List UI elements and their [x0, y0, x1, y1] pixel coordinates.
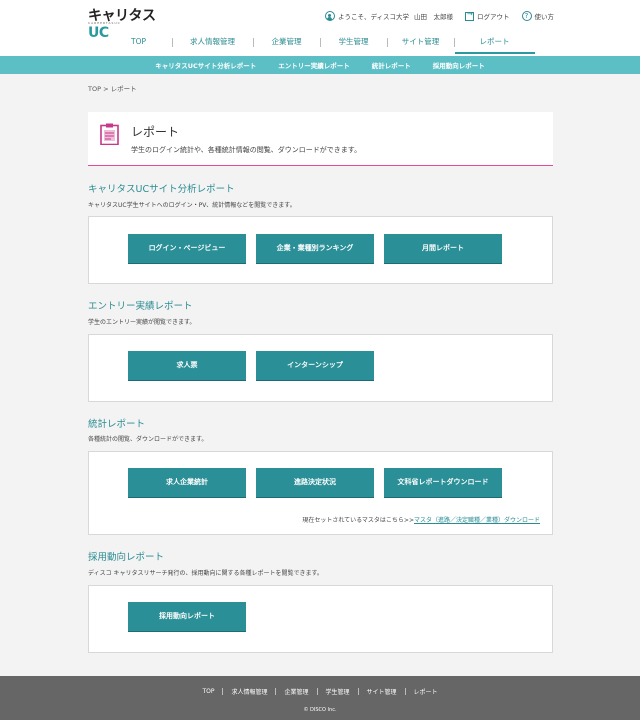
footer-link-report[interactable]: レポート: [406, 687, 446, 696]
user-name: 山田 太郎様: [414, 13, 453, 21]
logout-link[interactable]: ログアウト: [477, 11, 510, 21]
section-desc-site-analysis: キャリタスUC学生サイトへのログイン・PV、統計情報などを閲覧できます。: [88, 202, 296, 209]
footer-link-job-management[interactable]: 求人情報管理: [223, 687, 275, 696]
section-title-entry: エントリー実績レポート: [88, 301, 193, 312]
career-decision-button[interactable]: 進路決定状況: [256, 468, 374, 497]
master-download-link[interactable]: マスタ（進路／決定職種／業種）ダウンロード: [414, 517, 540, 524]
footer: TOP 求人情報管理 企業管理 学生管理 サイト管理 レポート © DISCO …: [0, 676, 640, 720]
title-panel: レポート 学生のログイン統計や、各種統計情報の閲覧、ダウンロードができます。: [88, 112, 553, 166]
recruit-box: 採用動向レポート: [88, 585, 553, 653]
section-desc-entry: 学生のエントリー実績が閲覧できます。: [88, 319, 196, 326]
global-nav: TOP 求人情報管理 企業管理 学生管理 サイト管理 レポート: [0, 32, 640, 54]
job-posting-button[interactable]: 求人票: [128, 351, 246, 380]
help-link[interactable]: 使い方: [535, 11, 555, 21]
page-title: レポート: [131, 125, 180, 139]
logo-subtext: CAREERTASUC: [88, 21, 121, 25]
user-area: ようこそ、ディスコ大学 山田 太郎様 ログアウト ? 使い方: [324, 10, 555, 22]
gnav-company-management[interactable]: 企業管理: [254, 32, 320, 54]
section-title-recruit: 採用動向レポート: [88, 552, 165, 563]
master-note: 現在セットされているマスタはこちら>>マスタ（進路／決定職種／業種）ダウンロード: [302, 515, 540, 524]
help-icon[interactable]: ?: [521, 11, 532, 21]
subnav-entry[interactable]: エントリー実績レポート: [278, 60, 350, 70]
footer-link-student-management[interactable]: 学生管理: [318, 687, 358, 696]
mext-report-download-button[interactable]: 文科省レポートダウンロード: [384, 468, 502, 497]
greeting: ようこそ、ディスコ大学: [337, 13, 409, 21]
entry-box: 求人票 インターンシップ: [88, 334, 553, 402]
footer-link-site-management[interactable]: サイト管理: [359, 687, 405, 696]
gnav-report[interactable]: レポート: [454, 32, 535, 54]
gnav-student-management[interactable]: 学生管理: [321, 32, 387, 54]
subnav-site-analysis[interactable]: キャリタスUCサイト分析レポート: [155, 60, 256, 70]
section-desc-stats: 各種統計の閲覧、ダウンロードができます。: [88, 436, 208, 443]
footer-link-company-management[interactable]: 企業管理: [276, 687, 316, 696]
site-analysis-box: ログイン・ページビュー 企業・業種別ランキング 月間レポート: [88, 216, 553, 284]
subnav-recruit[interactable]: 採用動向レポート: [433, 60, 485, 70]
gnav-top[interactable]: TOP: [106, 32, 172, 54]
header: キャリタスUC CAREERTASUC ようこそ、ディスコ大学 山田 太郎様 ロ…: [0, 0, 640, 56]
section-title-site-analysis: キャリタスUCサイト分析レポート: [88, 184, 235, 195]
footer-link-top[interactable]: TOP: [194, 688, 222, 695]
sub-nav: キャリタスUCサイト分析レポート エントリー実績レポート 統計レポート 採用動向…: [0, 56, 640, 74]
footer-nav: TOP 求人情報管理 企業管理 学生管理 サイト管理 レポート: [0, 687, 640, 696]
internship-button[interactable]: インターンシップ: [256, 351, 374, 380]
logo[interactable]: キャリタスUC CAREERTASUC: [88, 5, 168, 41]
job-company-stats-button[interactable]: 求人企業統計: [128, 468, 246, 497]
section-title-stats: 統計レポート: [88, 419, 146, 430]
logout-icon[interactable]: [465, 10, 474, 21]
recruit-trend-report-button[interactable]: 採用動向レポート: [128, 602, 246, 631]
user-icon: [324, 11, 335, 21]
gnav-job-management[interactable]: 求人情報管理: [173, 32, 253, 54]
copyright: © DISCO Inc.: [303, 707, 337, 713]
section-desc-recruit: ディスコ キャリタスリサーチ発行の、採用動向に関する各種レポートを閲覧できます。: [88, 570, 323, 577]
gnav-site-management[interactable]: サイト管理: [388, 32, 454, 54]
login-pageview-button[interactable]: ログイン・ページビュー: [128, 234, 246, 263]
company-ranking-button[interactable]: 企業・業種別ランキング: [256, 234, 374, 263]
breadcrumb[interactable]: TOP > レポート: [88, 83, 137, 93]
master-note-text: 現在セットされているマスタはこちら>>: [302, 517, 414, 524]
page-description: 学生のログイン統計や、各種統計情報の閲覧、ダウンロードができます。: [131, 146, 362, 154]
stats-box: 求人企業統計 進路決定状況 文科省レポートダウンロード 現在セットされているマス…: [88, 451, 553, 535]
clipboard-report-icon: [100, 123, 119, 145]
subnav-stats[interactable]: 統計レポート: [372, 60, 411, 70]
monthly-report-button[interactable]: 月間レポート: [384, 234, 502, 263]
